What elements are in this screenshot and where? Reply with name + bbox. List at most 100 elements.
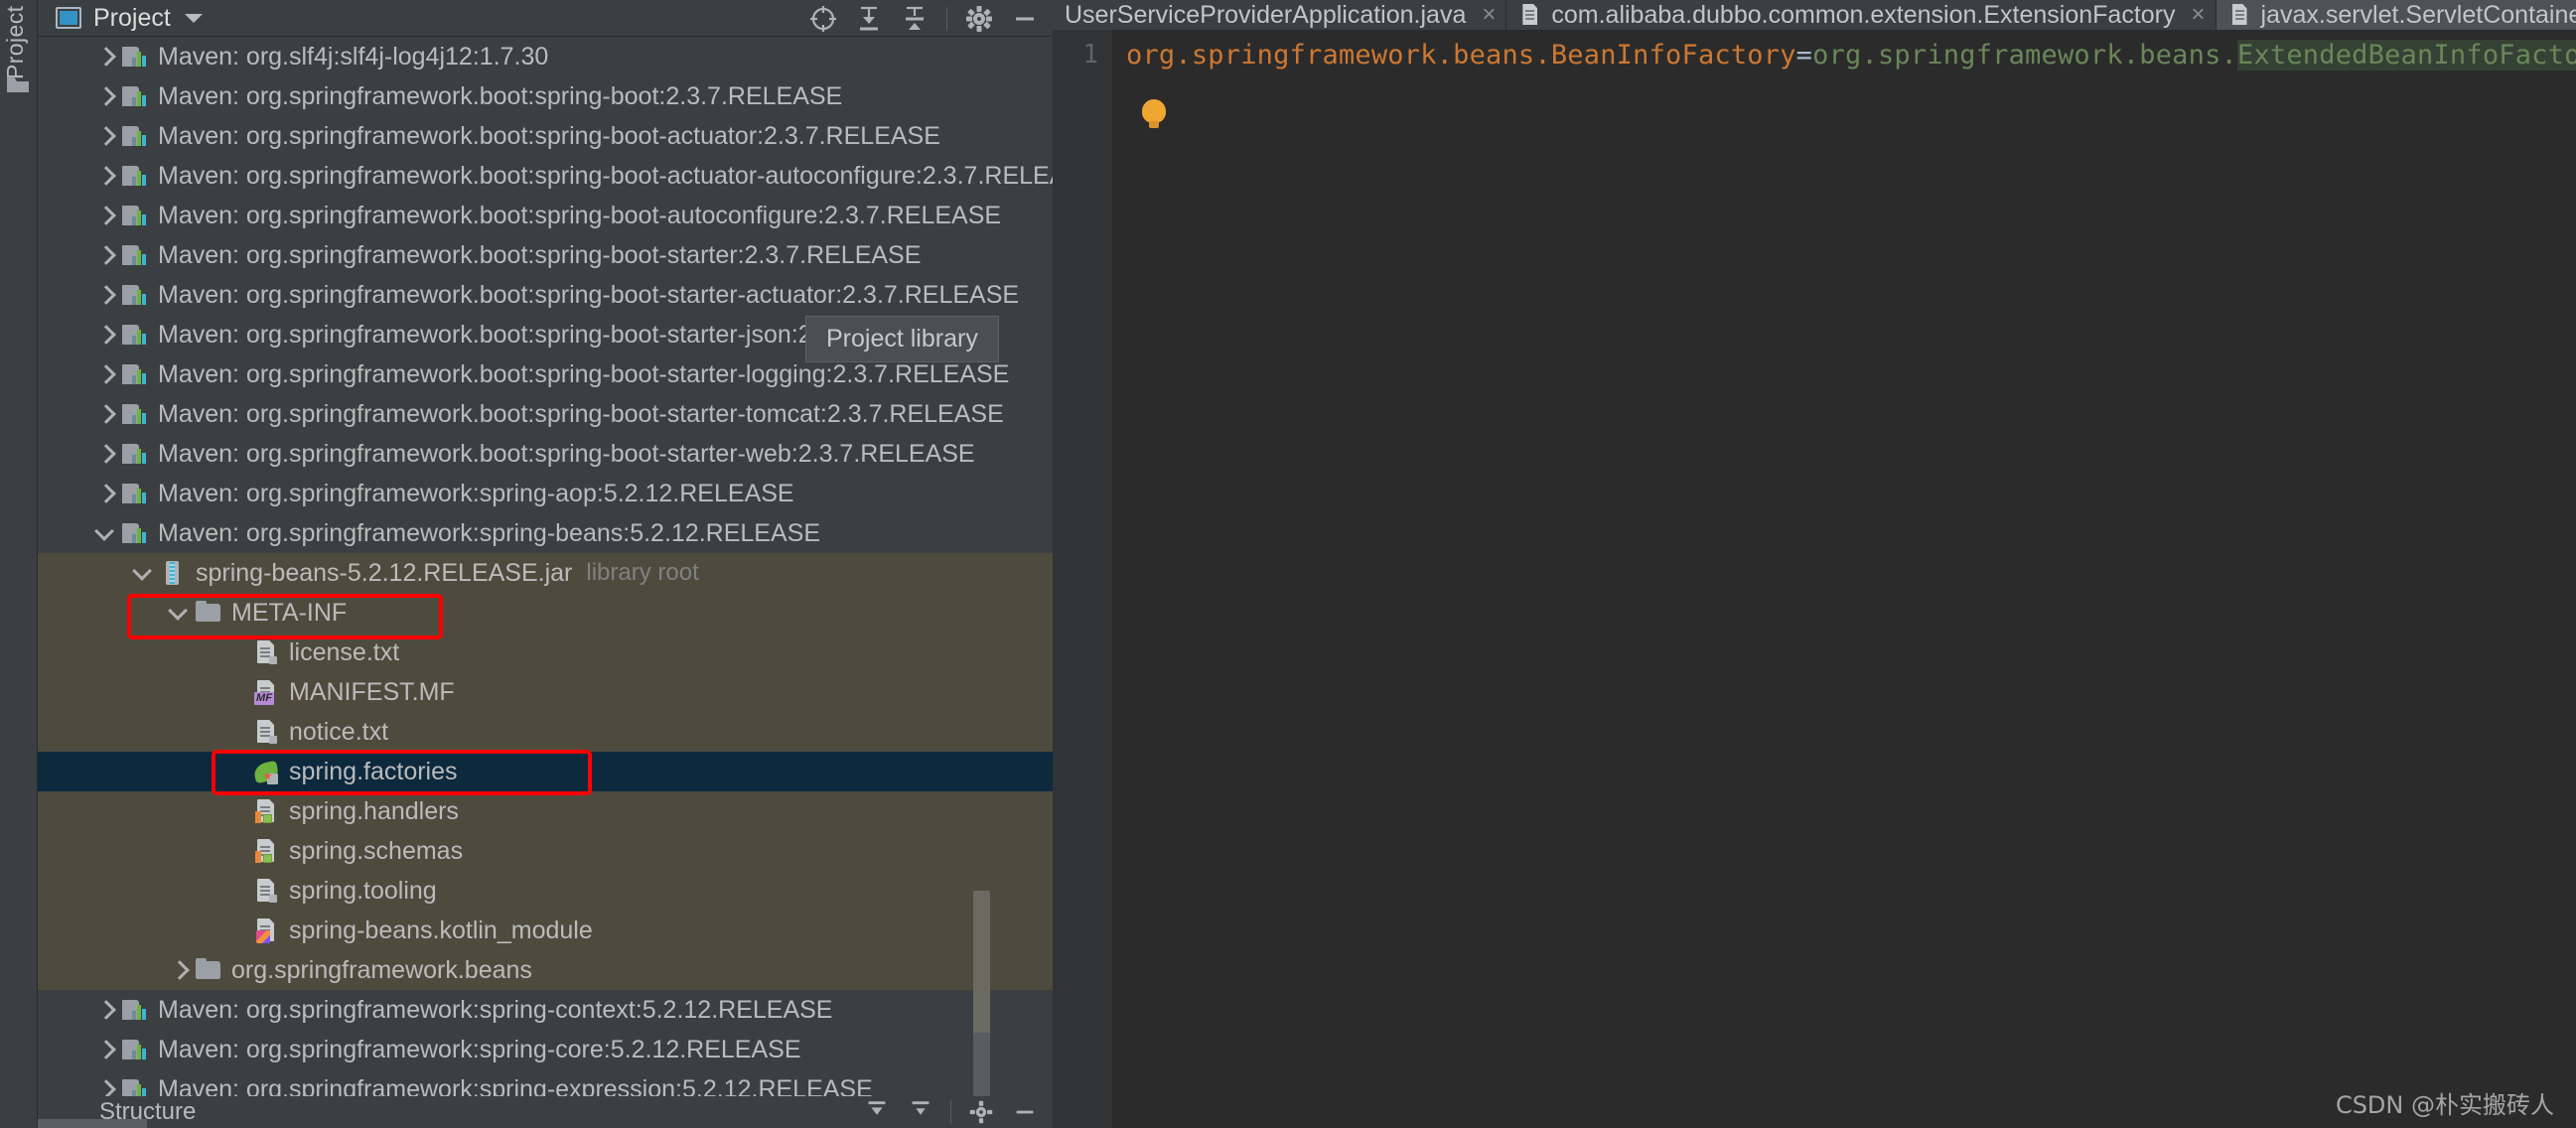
chevron-right-icon[interactable] [93,1039,115,1060]
chevron-right-icon[interactable] [93,125,115,147]
maven-icon [121,440,149,468]
lightbulb-icon[interactable] [1142,99,1166,129]
tree-row-label: META-INF [231,598,348,627]
chevron-right-icon[interactable] [93,363,115,385]
text-file-icon [1518,3,1542,27]
chevron-right-icon[interactable] [93,483,115,504]
maven-icon [121,1075,149,1096]
settings-gear-icon[interactable] [961,1097,1001,1127]
chevron-right-icon[interactable] [93,165,115,187]
tree-row-label: Maven: org.springframework.boot:spring-b… [158,81,843,110]
tree-row[interactable]: Maven: org.springframework:spring-beans:… [38,513,1053,553]
maven-icon [121,400,149,428]
tree-row[interactable]: Maven: org.springframework:spring-aop:5.… [38,474,1053,513]
editor-gutter: 1 [1053,30,1112,1128]
chevron-right-icon[interactable] [93,205,115,226]
tree-row[interactable]: license.txt [38,633,1053,672]
tree-row-sublabel: library root [586,559,699,586]
chevron-right-icon[interactable] [93,1078,115,1096]
tree-row[interactable]: Maven: org.springframework:spring-contex… [38,990,1053,1030]
editor-tab[interactable]: javax.servlet.ServletContainerInitialize… [2216,0,2576,30]
tree-row-label: notice.txt [289,717,389,746]
chevron-down-icon[interactable] [93,522,115,544]
locate-icon[interactable] [803,2,843,35]
collapse-all-icon[interactable] [901,1097,940,1127]
chevron-down-icon[interactable] [131,562,153,584]
tree-row-label: spring-beans-5.2.12.RELEASE.jar [196,558,573,587]
project-panel-header: Project [38,0,1053,37]
tree-row[interactable]: spring.tooling [38,871,1053,911]
code-property-value: org.springframework.beans.ExtendedBeanIn… [1812,40,2576,70]
tree-row[interactable]: Maven: org.springframework.boot:spring-b… [38,434,1053,474]
collapse-all-icon[interactable] [895,2,934,35]
editor-tab-label: com.alibaba.dubbo.common.extension.Exten… [1551,0,2176,29]
tree-row[interactable]: notice.txt [38,712,1053,752]
editor-tab[interactable]: UserServiceProviderApplication.java × [1053,0,1507,30]
tree-row[interactable]: org.springframework.beans [38,950,1053,990]
project-tree[interactable]: Maven: org.slf4j:slf4j-log4j12:1.7.30 Mav… [38,37,1053,1096]
settings-gear-icon[interactable] [959,2,999,35]
tree-row[interactable]: Maven: org.springframework.boot:spring-b… [38,235,1053,275]
chevron-right-icon[interactable] [93,284,115,306]
hide-panel-icon[interactable] [1005,1097,1045,1127]
tree-row[interactable]: META-INF [38,593,1053,633]
hide-panel-icon[interactable] [1005,2,1045,35]
tree-row[interactable]: spring-beans.kotlin_module [38,911,1053,950]
tree-row[interactable]: Maven: org.springframework.boot:spring-b… [38,196,1053,235]
maven-icon [121,281,149,309]
tree-row[interactable]: spring.handlers [38,791,1053,831]
chevron-right-icon[interactable] [93,85,115,107]
tree-row[interactable]: Maven: org.slf4j:slf4j-log4j12:1.7.30 [38,37,1053,76]
expand-all-icon[interactable] [849,2,889,35]
horizontal-scrollbar[interactable] [38,1119,147,1128]
chevron-down-icon[interactable] [184,13,203,23]
tree-row[interactable]: Maven: org.springframework.boot:spring-b… [38,275,1053,315]
tree-row[interactable]: Maven: org.springframework:spring-expres… [38,1069,1053,1096]
editor-tab-bar[interactable]: UserServiceProviderApplication.java × com.… [1053,0,2576,30]
editor-code-area[interactable]: org.springframework.beans.BeanInfoFactor… [1112,30,2576,1128]
structure-tool-window-bar: Structure [38,1096,1053,1128]
close-tab-icon[interactable]: × [1482,1,1496,29]
chevron-right-icon[interactable] [167,959,189,981]
watermark: CSDN @朴实搬砖人 [2335,1091,2554,1119]
chevron-down-icon[interactable] [167,602,189,624]
chevron-right-icon[interactable] [93,46,115,68]
tree-row-label: Maven: org.springframework.boot:spring-b… [158,161,1053,190]
jar-icon [159,559,187,587]
chevron-right-icon[interactable] [93,999,115,1021]
tree-row[interactable]: spring.factories [38,752,1053,791]
project-tool-window: Project Maven: org.slf4j:slf4j-log4j12:1… [38,0,1053,1128]
tree-row[interactable]: Maven: org.springframework.boot:spring-b… [38,156,1053,196]
maven-icon [121,1036,149,1063]
tree-row[interactable]: Maven: org.springframework.boot:spring-b… [38,76,1053,116]
folder-icon[interactable] [6,74,30,94]
tree-row-label: Maven: org.springframework.boot:spring-b… [158,280,1020,309]
chevron-right-icon[interactable] [93,403,115,425]
text-file-icon [2228,3,2252,27]
tree-row[interactable]: spring.schemas [38,831,1053,871]
tree-row[interactable]: Maven: org.springframework.boot:spring-b… [38,394,1053,434]
tree-row[interactable]: MF MANIFEST.MF [38,672,1053,712]
chevron-right-icon[interactable] [93,443,115,465]
chevron-right-icon[interactable] [93,324,115,346]
expand-all-icon[interactable] [857,1097,897,1127]
tooltip-project-library: Project library [805,316,999,362]
chevron-right-icon[interactable] [93,244,115,266]
maven-icon [121,202,149,229]
folder-icon [195,956,222,984]
tree-row-label: Maven: org.springframework.boot:spring-b… [158,399,1004,428]
code-property-key: org.springframework.beans.BeanInfoFactor… [1126,40,1796,70]
tree-row[interactable]: Maven: org.springframework:spring-core:5… [38,1030,1053,1069]
maven-icon [121,480,149,507]
tree-row-label: Maven: org.springframework.boot:spring-b… [158,439,975,468]
tree-row[interactable]: spring-beans-5.2.12.RELEASE.jar library r… [38,553,1053,593]
close-tab-icon[interactable]: × [2192,1,2206,29]
tree-row-label: MANIFEST.MF [289,677,455,706]
code-line-1: org.springframework.beans.BeanInfoFactor… [1126,40,2576,70]
maven-icon [121,43,149,70]
tree-row[interactable]: Maven: org.springframework.boot:spring-b… [38,116,1053,156]
editor-tab[interactable]: com.alibaba.dubbo.common.extension.Exten… [1506,0,2217,30]
